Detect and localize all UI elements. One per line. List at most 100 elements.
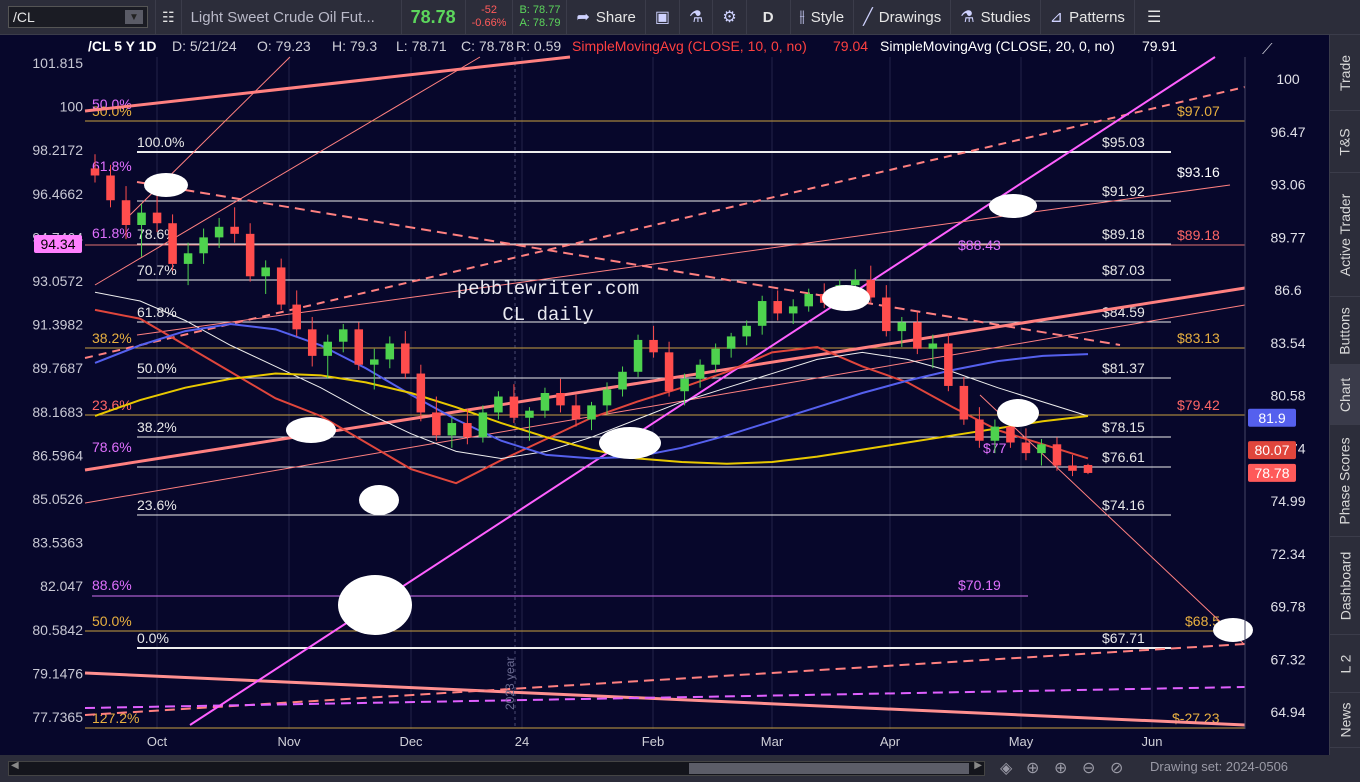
ask-value: A: 78.79 — [519, 17, 561, 29]
calendar-icon: ▣ — [654, 9, 671, 26]
sidebar-tab-dashboard[interactable]: Dashboard — [1330, 537, 1360, 635]
orange-price-label: $79.42 — [1177, 397, 1220, 413]
chart-settings-button[interactable]: ⚙ — [713, 0, 747, 34]
sidebar-tab-phase-scores[interactable]: Phase Scores — [1330, 425, 1360, 537]
orange-price-label: $97.07 — [1177, 103, 1220, 119]
price-badge-text: 80.07 — [1254, 442, 1289, 458]
more-menu-button[interactable]: ☰ — [1135, 0, 1173, 34]
left-axis-label: 89.7687 — [32, 360, 83, 376]
scrollbar-thumb[interactable] — [689, 763, 969, 774]
bid-value: B: 78.77 — [519, 4, 561, 16]
header-field: C: 78.78 — [461, 38, 514, 54]
right-axis-label: 64.94 — [1270, 704, 1305, 720]
left-axis-label: 83.5363 — [32, 535, 83, 551]
highlight-oval — [286, 417, 336, 443]
left-axis-label: 86.5964 — [32, 447, 83, 463]
candle-body — [214, 226, 224, 238]
share-button[interactable]: ➦ Share — [567, 0, 646, 34]
candle-body — [307, 329, 317, 356]
fib-price-label: $89.18 — [1102, 226, 1145, 242]
drawings-button[interactable]: ╱ Drawings — [854, 0, 952, 34]
zoom-in-icon[interactable]: ⊕ — [1054, 758, 1067, 778]
flag-button[interactable]: ▣ — [646, 0, 681, 34]
fib-percent-label: 0.0% — [137, 630, 169, 646]
candle-body — [540, 393, 550, 411]
highlight-oval — [1213, 618, 1253, 642]
drawing-set-label: Drawing set: 2024-0506 — [1150, 759, 1289, 774]
candle-body — [618, 371, 627, 390]
sidebar-tab-label: Dashboard — [1337, 551, 1353, 620]
header-field: 79.91 — [1142, 38, 1177, 54]
year-marker: 2023 year — [503, 657, 517, 710]
candle-body — [525, 410, 534, 418]
candle-body — [90, 168, 100, 176]
sidebar-tab-news[interactable]: News — [1330, 693, 1360, 748]
candle-body — [245, 233, 255, 277]
drawings-label: Drawings — [878, 8, 942, 26]
gear-icon: ⚙ — [722, 9, 737, 26]
sidebar-tab-active-trader[interactable]: Active Trader — [1330, 173, 1360, 297]
fib-price-label: $76.61 — [1102, 449, 1145, 465]
left-axis-label: 82.047 — [40, 578, 83, 594]
patterns-button[interactable]: ⊿ Patterns — [1041, 0, 1135, 34]
x-tick-label: Dec — [399, 734, 423, 749]
candle-body — [1037, 444, 1046, 454]
candle-body — [276, 267, 286, 305]
fit-icon[interactable]: ◈ — [1000, 758, 1012, 778]
right-axis-label: 89.77 — [1270, 229, 1305, 245]
header-field: 79.04 — [833, 38, 868, 54]
candle-body — [990, 426, 1000, 441]
right-axis-label: 69.78 — [1270, 599, 1305, 615]
sidebar-tab-t-s[interactable]: T&S — [1330, 111, 1360, 173]
header-field: R: 0.59 — [516, 38, 561, 54]
toolbar: /CL ▼ ☷ Light Sweet Crude Oil Fut... 78.7… — [0, 0, 1360, 35]
candle-body — [1021, 442, 1031, 454]
sidebar-tab-l-2[interactable]: L 2 — [1330, 635, 1360, 693]
chevron-down-icon[interactable]: ▼ — [125, 10, 143, 24]
pan-icon[interactable]: ⊕ — [1026, 758, 1039, 778]
horizontal-scrollbar[interactable]: ◀ ▶ — [8, 760, 985, 776]
candle-body — [804, 293, 813, 307]
candle-body — [773, 301, 782, 314]
patterns-label: Patterns — [1069, 8, 1125, 26]
candle-body — [152, 212, 162, 224]
right-axis-label: 80.58 — [1270, 388, 1305, 404]
sidebar-tab-label: L 2 — [1336, 654, 1353, 673]
lab-button[interactable]: ⚗ — [680, 0, 714, 34]
highlight-oval — [144, 173, 188, 197]
fib-price-label: $91.92 — [1102, 183, 1145, 199]
candle-body — [742, 325, 751, 337]
period-selector[interactable]: D — [747, 0, 791, 34]
price-chart[interactable]: 100.0% $95.03 $91.92 78.6% $89.18 70.7% $87.03… — [0, 35, 1330, 755]
violet-level-label: 88.6% — [92, 577, 132, 593]
chart-area[interactable]: 100.0% $95.03 $91.92 78.6% $89.18 70.7% $87.03… — [0, 35, 1330, 755]
studies-button[interactable]: ⚗ Studies — [951, 0, 1041, 34]
sidebar-tab-chart[interactable]: Chart — [1330, 365, 1360, 425]
left-axis-label: 88.1683 — [32, 404, 83, 420]
sidebar-tab-buttons[interactable]: Buttons — [1330, 297, 1360, 365]
candle-body — [137, 212, 146, 225]
candle-body — [494, 396, 503, 413]
style-button[interactable]: ⫲ Style — [791, 0, 855, 34]
scroll-right-icon[interactable]: ▶ — [974, 760, 982, 771]
fib-percent-label: 100.0% — [137, 134, 184, 150]
scroll-left-icon[interactable]: ◀ — [11, 760, 19, 771]
symbol-selector[interactable]: /CL ▼ — [8, 0, 156, 34]
candle-body — [509, 396, 519, 418]
candle-body — [788, 306, 798, 314]
sidebar-tab-label: Buttons — [1337, 306, 1354, 355]
sidebar-tab-trade[interactable]: Trade — [1330, 35, 1360, 111]
sidebar-tab-label: Chart — [1337, 377, 1354, 412]
zoom-out-icon[interactable]: ⊖ — [1082, 758, 1095, 778]
candle-body — [556, 393, 565, 406]
price-badge-text: 78.78 — [1254, 465, 1289, 481]
highlight-oval — [359, 485, 399, 515]
x-tick-label: May — [1009, 734, 1034, 749]
zoom-reset-icon[interactable]: ⊘ — [1110, 758, 1123, 778]
candle-body — [757, 301, 767, 326]
sidebar-tab-label: T&S — [1336, 127, 1353, 156]
settings-button[interactable]: ☷ — [156, 0, 182, 34]
change-percent: -0.66% — [471, 17, 507, 29]
fib-percent-label: 70.7% — [137, 262, 177, 278]
left-axis-label: 93.0572 — [32, 273, 83, 289]
